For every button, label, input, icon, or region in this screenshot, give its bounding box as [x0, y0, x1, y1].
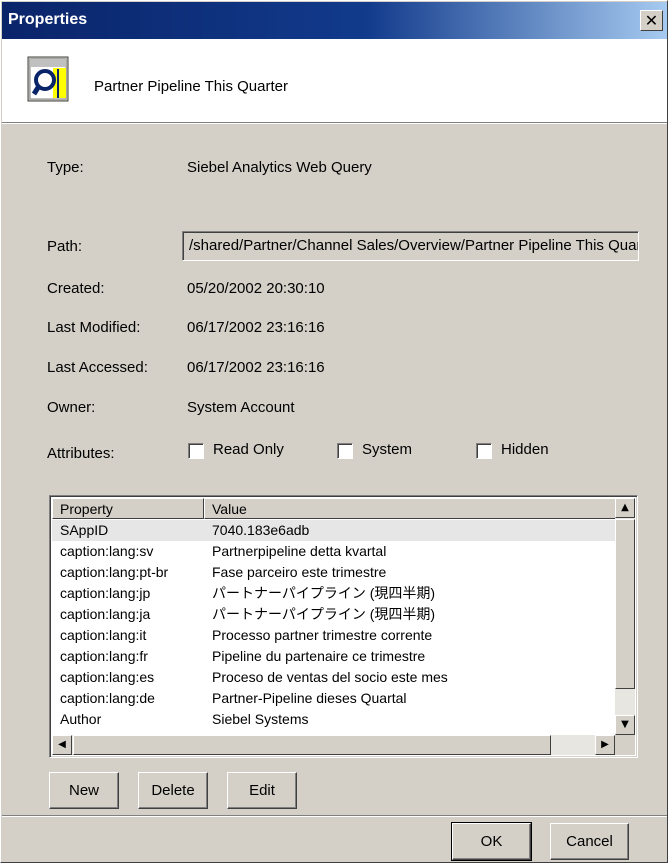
vertical-scroll-thumb[interactable]: [615, 519, 635, 689]
horizontal-scroll-thumb[interactable]: [73, 735, 551, 755]
table-row[interactable]: SAppID 7040.183e6adb: [52, 520, 617, 541]
last-modified-label: Last Modified:: [47, 319, 141, 336]
header-panel: Partner Pipeline This Quarter: [2, 39, 667, 123]
created-value: 05/20/2002 20:30:10: [187, 280, 325, 297]
attributes-label: Attributes:: [47, 445, 115, 462]
horizontal-scrollbar[interactable]: ◀ ▶: [52, 735, 615, 755]
document-query-icon: [27, 56, 69, 102]
property-cell: caption:lang:pt-br: [60, 564, 169, 580]
value-cell: Proceso de ventas del socio este mes: [212, 669, 448, 685]
owner-label: Owner:: [47, 399, 96, 416]
property-cell: SAppID: [60, 522, 109, 538]
delete-button[interactable]: Delete: [138, 772, 208, 809]
vertical-scrollbar[interactable]: ▲ ▼: [615, 498, 635, 735]
read-only-checkbox[interactable]: [188, 443, 204, 459]
arrow-right-icon: ▶: [601, 739, 609, 750]
cancel-button[interactable]: Cancel: [550, 823, 629, 860]
path-label: Path:: [47, 238, 83, 255]
scrollbar-corner: [615, 735, 635, 755]
type-label: Type:: [47, 159, 84, 176]
value-cell: Fase parceiro este trimestre: [212, 564, 387, 580]
table-row[interactable]: Author Siebel Systems: [52, 709, 617, 730]
window-title: Properties: [8, 11, 88, 28]
value-cell: パートナーパイプライン (現四半期): [212, 606, 436, 622]
read-only-label[interactable]: Read Only: [213, 441, 284, 458]
close-button[interactable]: ✕: [640, 10, 663, 31]
object-title: Partner Pipeline This Quarter: [94, 78, 288, 95]
arrow-up-icon: ▲: [621, 502, 629, 513]
property-cell: caption:lang:de: [60, 690, 155, 706]
table-row[interactable]: caption:lang:ja パートナーパイプライン (現四半期): [52, 604, 617, 625]
arrow-left-icon: ◀: [58, 739, 66, 750]
property-cell: caption:lang:jp: [60, 585, 151, 601]
property-cell: caption:lang:sv: [60, 543, 154, 559]
table-row[interactable]: caption:lang:es Proceso de ventas del soc…: [52, 667, 617, 688]
path-field[interactable]: /shared/Partner/Channel Sales/Overview/P…: [182, 231, 639, 261]
table-row[interactable]: caption:lang:jp パートナーパイプライン (現四半期): [52, 583, 617, 604]
properties-dialog: Properties ✕ Partner Pipeline This Quart…: [0, 0, 668, 863]
property-cell: caption:lang:it: [60, 627, 147, 643]
last-modified-value: 06/17/2002 23:16:16: [187, 319, 325, 336]
system-label[interactable]: System: [362, 441, 412, 458]
created-label: Created:: [47, 280, 105, 297]
title-bar[interactable]: Properties ✕: [2, 2, 667, 39]
table-row[interactable]: caption:lang:sv Partnerpipeline detta kva…: [52, 541, 617, 562]
value-cell: パートナーパイプライン (現四半期): [212, 585, 436, 601]
column-header-property[interactable]: Property: [52, 498, 204, 519]
ok-button[interactable]: OK: [451, 822, 532, 861]
value-cell: Pipeline du partenaire ce trimestre: [212, 648, 426, 664]
owner-value: System Account: [187, 399, 295, 416]
column-header-value[interactable]: Value: [204, 498, 616, 519]
scroll-up-button[interactable]: ▲: [615, 498, 635, 518]
table-row[interactable]: caption:lang:de Partner-Pipeline dieses Q…: [52, 688, 617, 709]
property-cell: caption:lang:ja: [60, 606, 151, 622]
last-accessed-value: 06/17/2002 23:16:16: [187, 359, 325, 376]
footer-divider: [2, 815, 667, 817]
table-row[interactable]: caption:lang:it Processo partner trimestr…: [52, 625, 617, 646]
scroll-down-button[interactable]: ▼: [615, 715, 635, 735]
hidden-label[interactable]: Hidden: [501, 441, 549, 458]
property-cell: caption:lang:es: [60, 669, 155, 685]
value-cell: Siebel Systems: [212, 711, 309, 727]
arrow-down-icon: ▼: [621, 719, 629, 730]
table-row[interactable]: caption:lang:fr Pipeline du partenaire ce…: [52, 646, 617, 667]
system-checkbox[interactable]: [337, 443, 353, 459]
edit-button[interactable]: Edit: [227, 772, 297, 809]
close-icon: ✕: [644, 11, 659, 30]
value-cell: Processo partner trimestre corrente: [212, 627, 433, 643]
new-button[interactable]: New: [49, 772, 119, 809]
table-row[interactable]: caption:lang:pt-br Fase parceiro este tri…: [52, 562, 617, 583]
type-value: Siebel Analytics Web Query: [187, 159, 372, 176]
scroll-right-button[interactable]: ▶: [595, 735, 615, 755]
last-accessed-label: Last Accessed:: [47, 359, 148, 376]
value-cell: Partner-Pipeline dieses Quartal: [212, 690, 407, 706]
property-cell: Author: [60, 711, 102, 727]
scroll-left-button[interactable]: ◀: [52, 735, 72, 755]
properties-list[interactable]: Property Value SAppID 7040.183e6adb captio…: [49, 495, 638, 758]
value-cell: Partnerpipeline detta kvartal: [212, 543, 387, 559]
property-cell: caption:lang:fr: [60, 648, 148, 664]
list-body: SAppID 7040.183e6adb caption:lang:sv Partne…: [52, 520, 617, 730]
hidden-checkbox[interactable]: [476, 443, 492, 459]
header-divider: [2, 122, 667, 124]
value-cell: 7040.183e6adb: [212, 522, 310, 538]
